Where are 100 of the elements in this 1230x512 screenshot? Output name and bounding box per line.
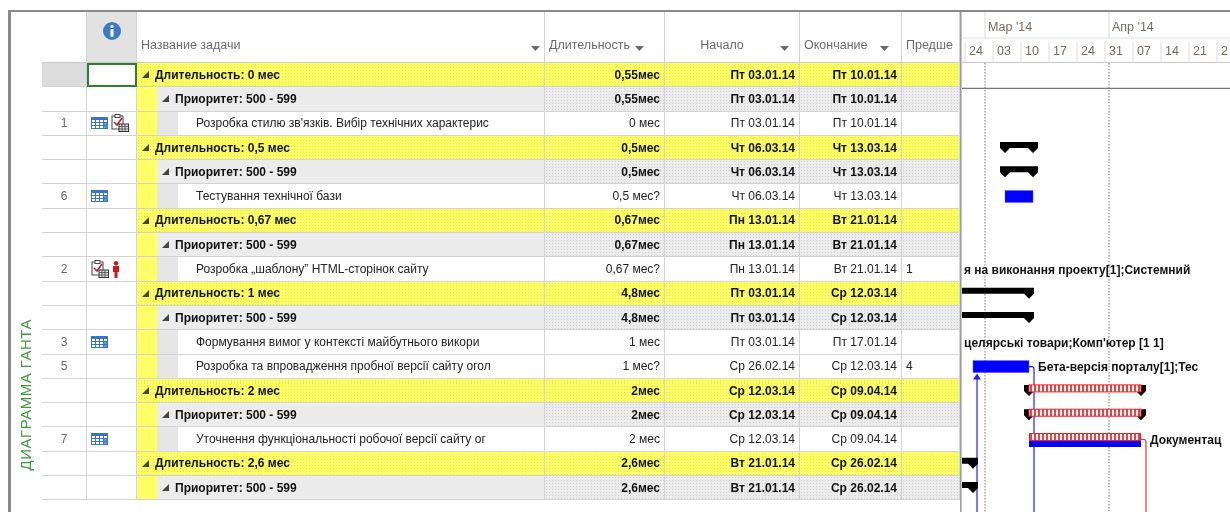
week-label: 31 xyxy=(1109,44,1123,58)
row-header-cell[interactable] xyxy=(42,281,87,306)
row-header-cell[interactable] xyxy=(42,208,87,234)
expand-icon[interactable] xyxy=(142,71,149,79)
table-cell: Вт 21.01.14 xyxy=(665,451,800,477)
column-header[interactable]: Начало xyxy=(669,36,775,55)
expand-icon[interactable] xyxy=(162,168,169,176)
expand-icon[interactable] xyxy=(142,459,149,467)
group-header-cell[interactable]: Приоритет: 500 - 599 xyxy=(137,476,545,501)
row-header-cell[interactable] xyxy=(42,403,87,428)
expand-icon[interactable] xyxy=(142,144,149,152)
month-label: Апр '14 xyxy=(1112,20,1154,34)
group-header-cell[interactable]: Длительность: 2,6 мес xyxy=(137,451,545,477)
task-bar[interactable] xyxy=(1029,433,1141,447)
table-cell: 4 xyxy=(902,354,960,379)
group-header-cell[interactable]: Длительность: 2 мес xyxy=(137,378,545,404)
view-bar-label[interactable]: ДИАГРАММА ГАНТА xyxy=(15,318,38,470)
row-header-cell[interactable] xyxy=(42,378,87,404)
summary-bar[interactable] xyxy=(1024,384,1146,396)
week-label: 2 xyxy=(1221,44,1228,58)
expand-icon[interactable] xyxy=(162,314,169,322)
month-label: Мар '14 xyxy=(988,20,1033,34)
caret-icon[interactable] xyxy=(635,46,644,51)
column-header[interactable]: Название задачи xyxy=(141,36,241,55)
expand-icon[interactable] xyxy=(142,289,149,297)
group-header-cell[interactable]: Длительность: 0,5 мес xyxy=(137,135,545,161)
row-header-cell[interactable]: 3 xyxy=(42,330,87,355)
column-header[interactable]: Окончание xyxy=(804,36,868,55)
row-header-cell[interactable]: 2 xyxy=(42,257,87,282)
group-header-cell[interactable]: Длительность: 0 мес xyxy=(137,63,545,88)
row-header-cell[interactable]: 6 xyxy=(42,184,87,209)
week-label: 17 xyxy=(1053,44,1067,58)
group-label: Длительность: 2 мес xyxy=(155,382,280,400)
table-cell: Пт 10.01.14 xyxy=(800,111,902,136)
table-cell: Чт 06.03.14 xyxy=(665,135,800,161)
expand-icon[interactable] xyxy=(162,411,169,419)
row-header-cell[interactable] xyxy=(42,451,87,477)
task-name: Тестування технічної бази xyxy=(137,184,545,209)
week-label: 24 xyxy=(969,44,983,58)
row-header-cell[interactable] xyxy=(42,160,87,185)
row-header-cell[interactable]: 5 xyxy=(42,354,87,379)
summary-bar[interactable] xyxy=(962,287,1034,299)
summary-bar[interactable] xyxy=(962,482,978,494)
group-header-cell[interactable]: Приоритет: 500 - 599 xyxy=(137,305,545,331)
expand-icon[interactable] xyxy=(142,216,149,224)
week-label: 21 xyxy=(1193,44,1207,58)
row-header-cell[interactable] xyxy=(42,135,87,161)
summary-bar[interactable] xyxy=(1000,141,1038,153)
column-header[interactable]: Предше xyxy=(906,36,953,55)
row-header-cell[interactable] xyxy=(42,476,87,501)
expand-icon[interactable] xyxy=(142,387,149,394)
table-cell: 1 xyxy=(902,257,960,282)
row-header-cell[interactable] xyxy=(42,233,87,258)
table-cell: 2,6мес xyxy=(545,476,665,501)
table-cell: 0,67мес xyxy=(545,208,665,234)
row-header-cell[interactable]: 7 xyxy=(42,427,87,452)
expand-icon[interactable] xyxy=(162,241,169,249)
group-header-cell[interactable]: Приоритет: 500 - 599 xyxy=(137,87,545,112)
summary-bar[interactable] xyxy=(1024,408,1146,421)
table-cell: Ср 12.03.14 xyxy=(800,281,902,306)
caret-icon[interactable] xyxy=(780,46,789,51)
table-cell: Чт 06.03.14 xyxy=(665,184,800,209)
row-header-cell[interactable] xyxy=(42,305,87,331)
table-cell: Пт 10.01.14 xyxy=(800,87,902,112)
task-bar[interactable] xyxy=(1004,190,1034,203)
table-cell: Пт 17.01.14 xyxy=(800,330,902,355)
group-header-cell[interactable]: Приоритет: 500 - 599 xyxy=(137,160,545,185)
row-header-cell[interactable]: 1 xyxy=(42,111,87,136)
bar-label: целярські товари;Комп'ютер [1 1] xyxy=(964,335,1164,350)
task-bar[interactable] xyxy=(972,360,1030,373)
bar-label: Документац xyxy=(1150,433,1222,447)
week-label: 24 xyxy=(1081,44,1095,58)
table-cell: Чт 13.03.14 xyxy=(800,160,902,185)
expand-icon[interactable] xyxy=(162,95,169,103)
table-cell: 2,6мес xyxy=(545,451,665,477)
row-header-cell[interactable] xyxy=(42,63,87,88)
caret-icon[interactable] xyxy=(531,46,540,51)
table-cell: Ср 26.02.14 xyxy=(800,476,902,501)
table-cell: 0,5мес xyxy=(545,160,665,185)
column-header[interactable]: Длительность xyxy=(549,36,630,55)
table-cell: Чт 13.03.14 xyxy=(800,184,902,209)
table-cell: Ср 09.04.14 xyxy=(800,403,902,428)
summary-bar[interactable] xyxy=(1000,166,1038,178)
group-header-cell[interactable]: Длительность: 1 мес xyxy=(137,281,545,306)
row-header-cell[interactable] xyxy=(42,87,87,112)
table-cell: Вт 21.01.14 xyxy=(800,208,902,234)
table-cell: Пт 03.01.14 xyxy=(665,281,800,306)
caret-icon[interactable] xyxy=(879,46,889,51)
table-cell: 0,55мес xyxy=(545,63,665,88)
table-cell: Пт 03.01.14 xyxy=(665,305,800,331)
summary-bar[interactable] xyxy=(962,457,978,469)
group-header-cell[interactable]: Приоритет: 500 - 599 xyxy=(137,233,545,258)
group-label: Приоритет: 500 - 599 xyxy=(175,90,297,108)
table-cell: Ср 12.03.14 xyxy=(665,403,800,428)
table-cell: Вт 21.01.14 xyxy=(800,233,902,258)
group-header-cell[interactable]: Длительность: 0,67 мес xyxy=(137,208,545,234)
table-cell: Ср 26.02.14 xyxy=(665,354,800,379)
summary-bar[interactable] xyxy=(962,312,1034,323)
expand-icon[interactable] xyxy=(162,484,169,492)
group-header-cell[interactable]: Приоритет: 500 - 599 xyxy=(137,403,545,428)
